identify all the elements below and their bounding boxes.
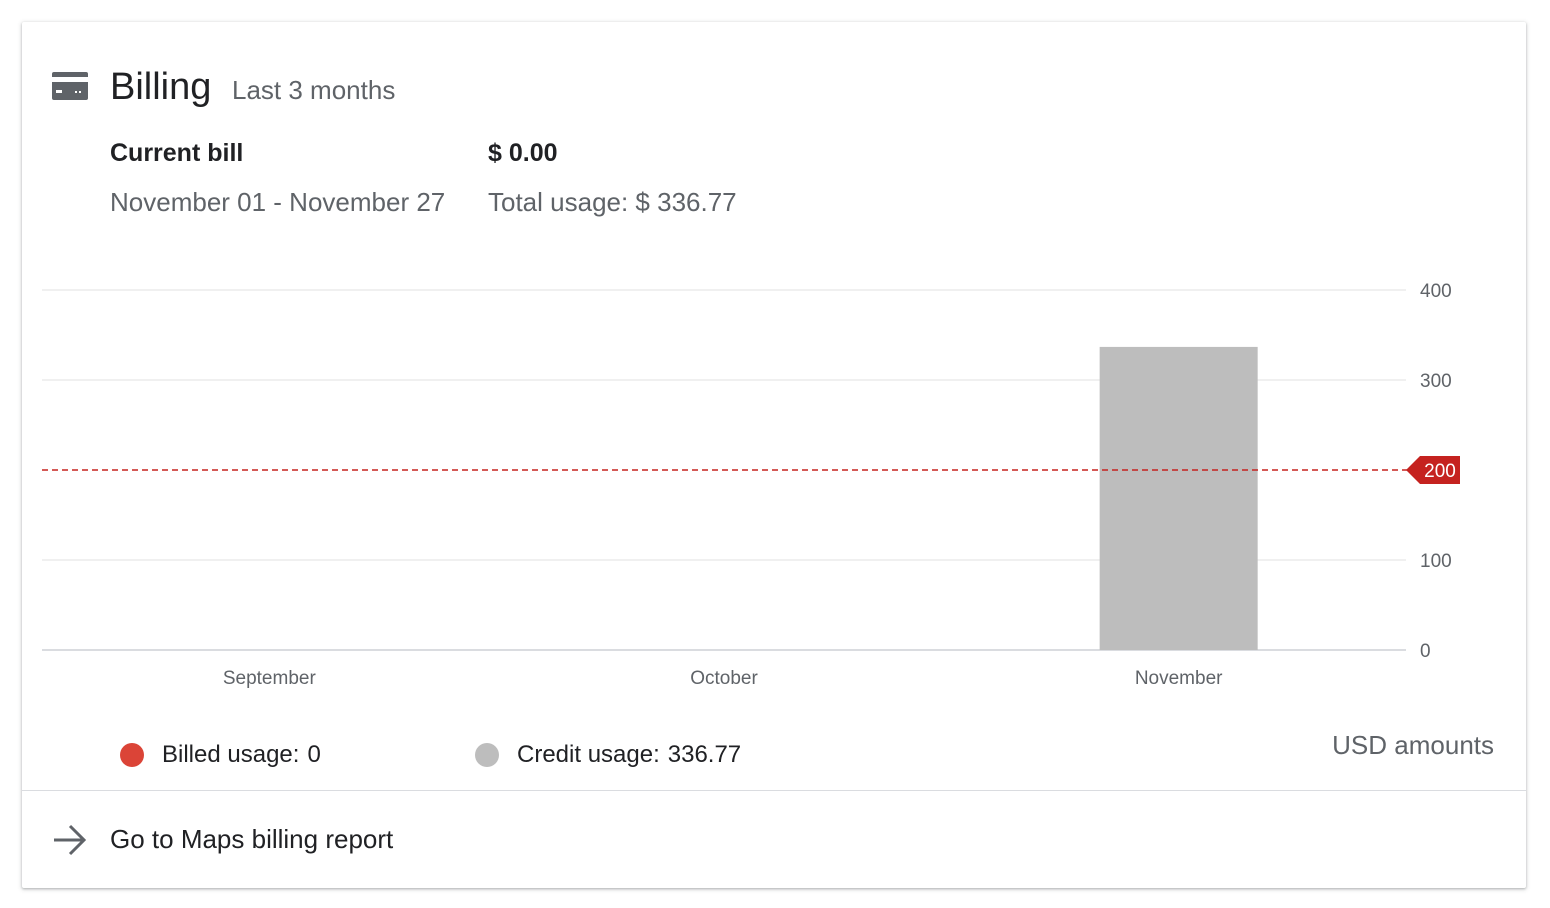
credit-usage-dot: [475, 743, 499, 767]
footer-link-label: Go to Maps billing report: [110, 824, 394, 854]
billing-card: Billing Last 3 months Current bill $ 0.0…: [22, 22, 1526, 888]
units-label: USD amounts: [1332, 730, 1494, 760]
y-tick-label: 400: [1420, 281, 1452, 302]
billed-usage-dot: [120, 743, 144, 767]
bar: [1099, 346, 1258, 650]
y-tick-label: 0: [1420, 641, 1431, 662]
x-tick-label: November: [1135, 668, 1223, 689]
legend-credit-usage: Credit usage: 336.77: [475, 738, 741, 772]
x-tick-label: September: [223, 668, 317, 689]
billing-bar-chart: 0 100 300 400 September October November 200: [42, 281, 1460, 689]
legend-value: 0: [307, 741, 321, 768]
maps-billing-report-link[interactable]: Go to Maps billing report: [22, 791, 1526, 888]
x-tick-label: October: [690, 668, 758, 689]
legend-label: Credit usage:: [517, 741, 660, 768]
y-tick-label: 300: [1420, 371, 1452, 392]
threshold-label: 200: [1424, 461, 1456, 482]
legend-value: 336.77: [667, 741, 742, 768]
legend-label: Billed usage:: [162, 741, 300, 768]
arrow-right-icon: [54, 824, 87, 856]
legend-billed-usage: Billed usage: 0: [120, 738, 321, 772]
y-tick-label: 100: [1420, 551, 1452, 572]
